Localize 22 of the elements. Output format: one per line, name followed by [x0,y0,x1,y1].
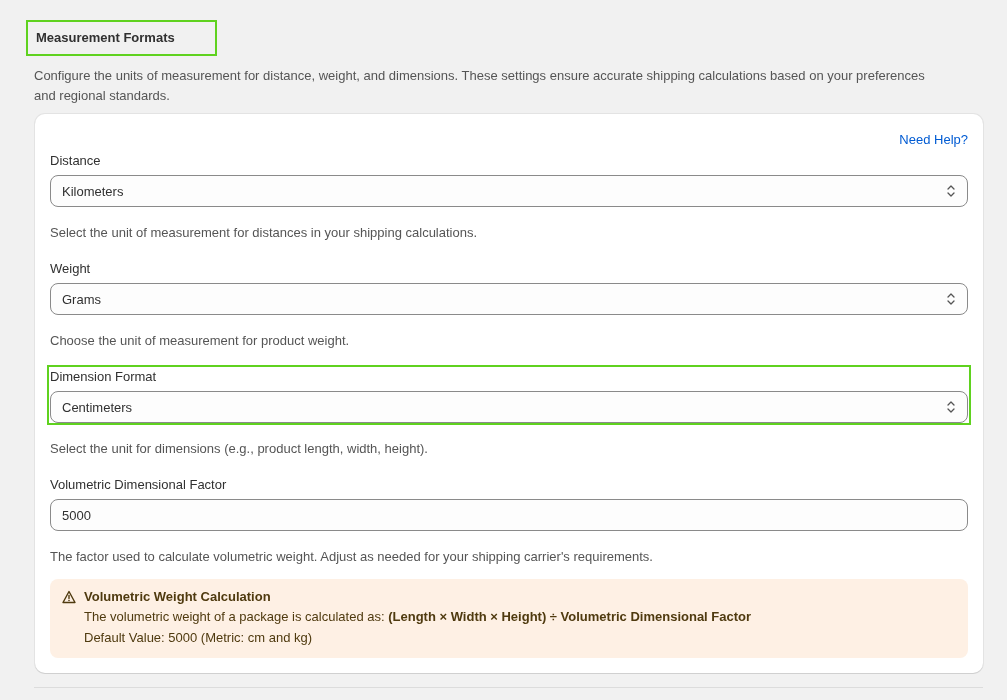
section-heading: Measurement Formats [26,20,217,56]
help-text: Choose the unit of measurement for product weight. [50,333,351,349]
select-field[interactable]: Grams [50,283,968,315]
help-text: Select the unit for dimensions (e.g., product length, width, height). [50,441,429,457]
help-text: The factor used to calculate volumetric weight. Adjust as needed for your shipping carrier's requirements. [50,549,654,565]
field-label: Distance [50,153,102,169]
field-label: Dimension Format [50,369,158,385]
help-link[interactable]: Need Help? [899,132,968,149]
field-label: Volumetric Dimensional Factor [50,477,228,493]
input-field[interactable]: 5000 [50,499,968,531]
warning-icon [62,590,76,604]
chevron-icon [946,400,956,414]
chevron-icon [946,292,956,306]
callout-text: Default Value: 5000 (Metric: cm and kg) [84,629,314,647]
chevron-icon [946,184,956,198]
callout-text: The volumetric weight of a package is calculated as: (Length × Width × Height) ÷ Volumetric Dimensional Factor [84,608,752,626]
select-field[interactable]: Kilometers [50,175,968,207]
help-text: Select the unit of measurement for distances in your shipping calculations. [50,225,479,241]
select-field[interactable]: Centimeters [50,391,968,423]
callout-title: Volumetric Weight Calculation [84,588,272,606]
field-label: Weight [50,261,92,277]
section-description: Configure the units of measurement for distance, weight, and dimensions. These settings ensure accurate shipping calculations based on your preferences and regional standards. [34,67,926,105]
